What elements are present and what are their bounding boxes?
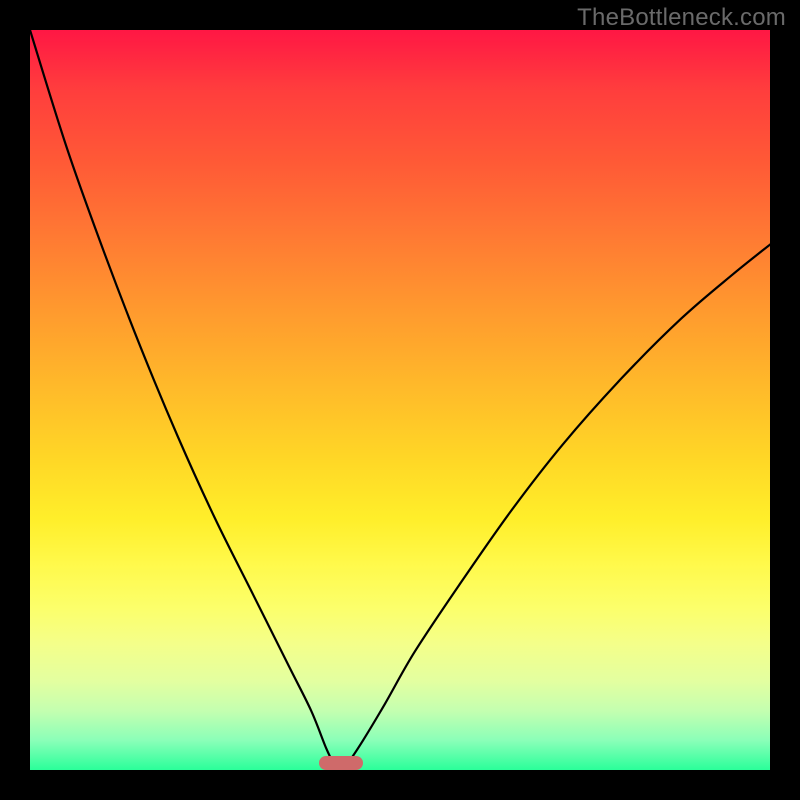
watermark-text: TheBottleneck.com: [577, 4, 786, 32]
chart-plot-area: [30, 30, 770, 770]
bottleneck-curve-svg: [30, 30, 770, 770]
minimum-marker: [319, 756, 363, 770]
chart-frame: TheBottleneck.com: [0, 0, 800, 800]
bottleneck-curve-path: [30, 30, 770, 770]
